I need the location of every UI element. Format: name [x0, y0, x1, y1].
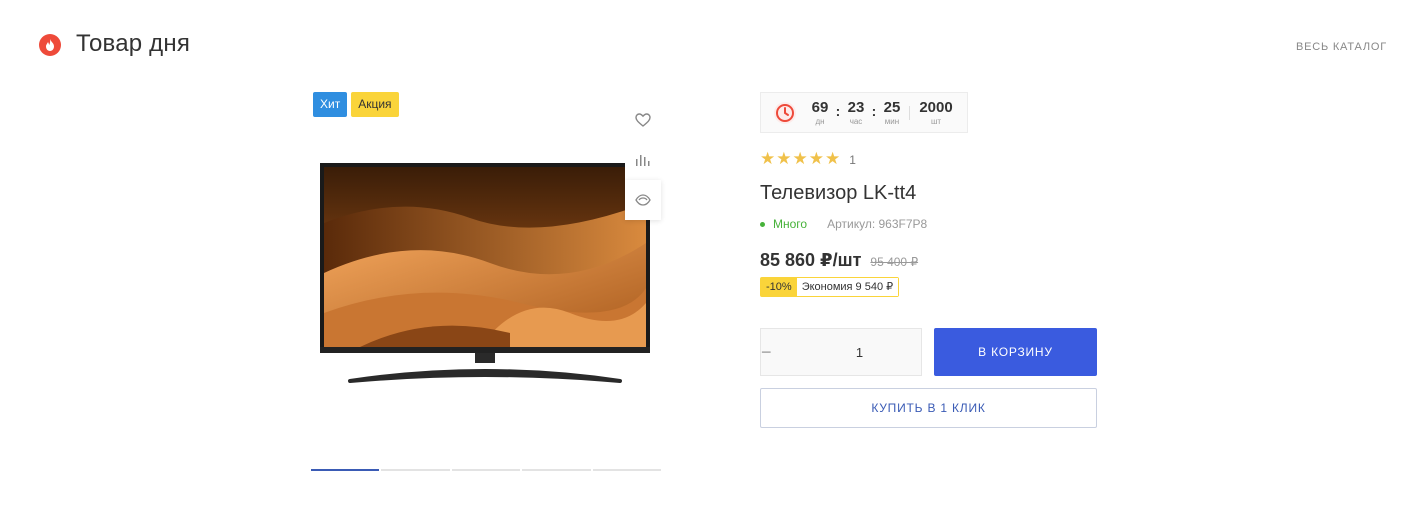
sale-badge: Акция: [351, 92, 399, 117]
thumbnail-indicator[interactable]: [592, 469, 662, 471]
timer-quantity: 2000 шт: [916, 98, 956, 126]
thumbnail-indicator[interactable]: [451, 469, 521, 471]
badges: Хит Акция: [313, 92, 399, 117]
timer-hours: 23 час: [843, 98, 869, 126]
old-price: 95 400 ₽: [870, 255, 919, 269]
clock-icon: [774, 101, 796, 124]
timer-hours-unit: час: [849, 116, 863, 126]
timer-separator: :: [835, 102, 841, 119]
timer-divider: [909, 105, 910, 120]
timer-hours-value: 23: [847, 98, 865, 116]
add-to-cart-button[interactable]: В КОРЗИНУ: [934, 328, 1097, 376]
product-meta: Много Артикул: 963F7P8: [760, 217, 927, 231]
timer-minutes-unit: мин: [884, 116, 900, 126]
thumbnail-indicators: [311, 469, 662, 471]
rating-stars: ★★★★★: [760, 149, 842, 168]
product-image[interactable]: [320, 163, 650, 393]
stock-dot-icon: [760, 221, 765, 227]
quantity-decrease-button[interactable]: −: [761, 329, 772, 375]
buy-one-click-button[interactable]: КУПИТЬ В 1 КЛИК: [760, 388, 1097, 428]
timer-days-value: 69: [811, 98, 829, 116]
product-sku: Артикул: 963F7P8: [827, 217, 928, 231]
countdown-timer: 69 дн : 23 час : 25 мин 2000 шт: [760, 92, 968, 133]
quantity-stepper: − +: [760, 328, 958, 376]
rating-count: 1: [849, 153, 856, 167]
side-actions: [625, 100, 661, 220]
timer-days: 69 дн: [807, 98, 833, 126]
fire-icon: [39, 34, 61, 56]
timer-days-unit: дн: [815, 116, 825, 126]
tv-icon: [320, 163, 650, 383]
product-title[interactable]: Телевизор LK-tt4: [760, 182, 916, 205]
thumbnail-indicator[interactable]: [311, 469, 380, 471]
timer-minutes: 25 мин: [879, 98, 905, 126]
eye-icon: [635, 194, 651, 206]
hit-badge: Хит: [313, 92, 348, 117]
timer-minutes-value: 25: [883, 98, 901, 116]
product-rating[interactable]: ★★★★★ 1: [760, 149, 856, 169]
timer-quantity-unit: шт: [930, 116, 942, 126]
discount-saving: Экономия 9 540 ₽: [796, 278, 899, 296]
heart-icon: [635, 113, 651, 127]
compare-button[interactable]: [625, 140, 661, 180]
discount-info: -10% Экономия 9 540 ₽: [760, 277, 900, 297]
section-header: Товар дня ВЕСЬ КАТАЛОГ: [0, 0, 1416, 90]
current-price: 85 860 ₽/шт: [760, 250, 862, 270]
compare-icon: [636, 155, 650, 166]
quick-view-button[interactable]: [625, 180, 661, 220]
stock-status: Много: [773, 217, 808, 231]
timer-quantity-value: 2000: [919, 98, 953, 116]
all-catalog-link[interactable]: ВЕСЬ КАТАЛОГ: [1296, 41, 1387, 53]
timer-separator: :: [871, 102, 877, 119]
price-row: 85 860 ₽/шт 95 400 ₽: [760, 250, 918, 271]
thumbnail-indicator[interactable]: [522, 469, 591, 471]
thumbnail-indicator[interactable]: [381, 469, 450, 471]
discount-percent: -10%: [761, 278, 797, 296]
product-gallery: Хит Акция: [311, 92, 662, 474]
quantity-input[interactable]: [771, 329, 948, 375]
favorite-button[interactable]: [625, 100, 661, 140]
section-title: Товар дня: [76, 30, 191, 57]
